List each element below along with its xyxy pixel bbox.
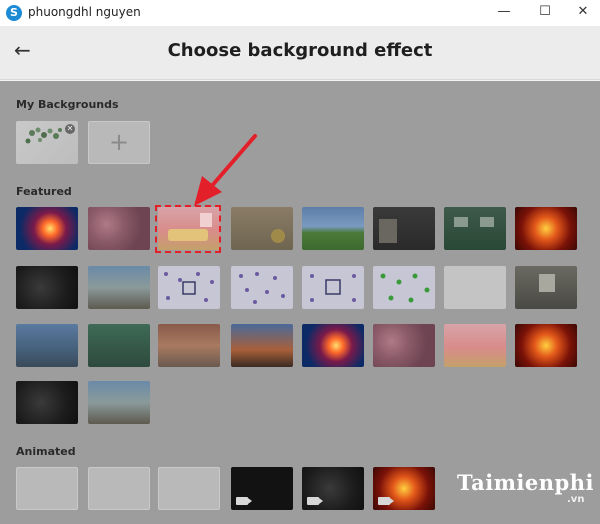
featured-tile-22[interactable] [373,324,435,367]
video-camera-icon [378,497,394,505]
featured-tile-24[interactable] [515,324,577,367]
animated-tile-5[interactable] [302,467,364,510]
watermark-name: aimienphi [471,470,594,495]
dialog-header: ← Choose background effect [0,26,600,80]
featured-tile-26[interactable] [88,381,150,424]
featured-tile-1[interactable] [16,207,78,250]
featured-tile-4[interactable] [231,207,293,250]
featured-tile-2[interactable] [88,207,150,250]
watermark-initial: T [457,470,472,495]
section-featured-label: Featured [16,185,72,198]
maximize-button[interactable]: ☐ [525,0,565,26]
featured-tile-14[interactable] [373,266,435,309]
page-title: Choose background effect [167,40,433,61]
featured-tile-5[interactable] [302,207,364,250]
featured-tile-7[interactable] [444,207,506,250]
featured-tile-16[interactable] [515,266,577,309]
featured-tile-9[interactable] [16,266,78,309]
minimize-button[interactable]: — [484,0,524,26]
animated-tile-4[interactable] [231,467,293,510]
selected-tile-highlight [155,205,221,253]
video-camera-icon [307,497,323,505]
window-titlebar: S phuongdhl nguyen — ☐ ✕ [0,0,600,26]
animated-tile-6[interactable] [373,467,435,510]
video-camera-icon [236,497,252,505]
watermark-logo: Taimienphi .vn [457,470,597,510]
section-my-backgrounds-label: My Backgrounds [16,98,119,111]
animated-tile-3[interactable] [158,467,220,510]
featured-tile-6[interactable] [373,207,435,250]
add-background-button[interactable]: + [88,121,150,164]
skype-icon: S [6,5,22,21]
featured-tile-8[interactable] [515,207,577,250]
animated-tile-2[interactable] [88,467,150,510]
featured-tile-19[interactable] [158,324,220,367]
featured-tile-18[interactable] [88,324,150,367]
featured-tile-11[interactable] [158,266,220,309]
featured-tile-17[interactable] [16,324,78,367]
featured-tile-13[interactable] [302,266,364,309]
close-button[interactable]: ✕ [563,0,600,26]
featured-tile-25[interactable] [16,381,78,424]
watermark-suffix: .vn [567,494,585,505]
section-animated-label: Animated [16,445,76,458]
window-title: phuongdhl nguyen [28,5,141,19]
annotation-arrow-icon [194,134,257,206]
custom-background-tile[interactable]: ✕ [16,121,78,164]
featured-tile-20[interactable] [231,324,293,367]
animated-tile-1[interactable] [16,467,78,510]
featured-tile-12[interactable] [231,266,293,309]
featured-tile-15[interactable] [444,266,506,309]
featured-tile-21[interactable] [302,324,364,367]
featured-tile-10[interactable] [88,266,150,309]
remove-background-icon[interactable]: ✕ [65,124,75,134]
featured-tile-23[interactable] [444,324,506,367]
